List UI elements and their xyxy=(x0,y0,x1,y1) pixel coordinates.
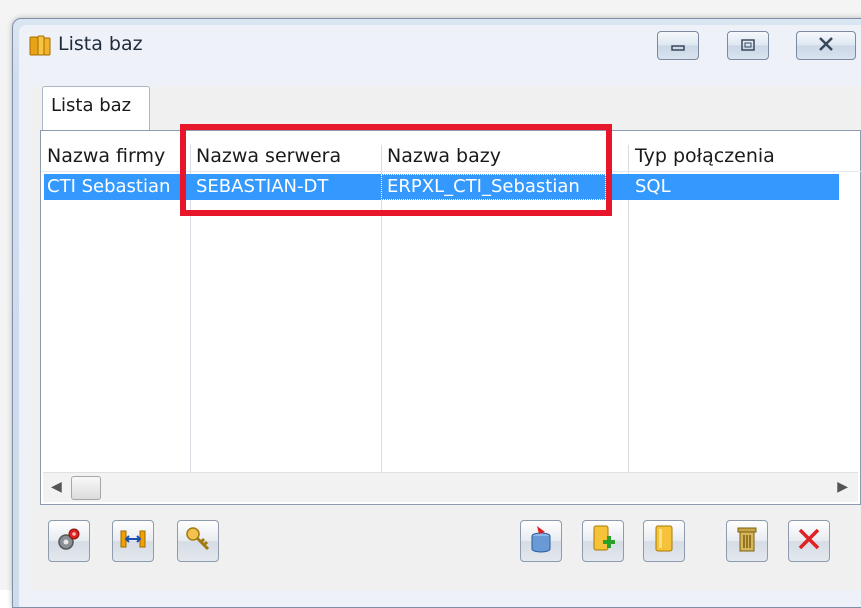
remove-button[interactable] xyxy=(788,520,830,562)
delete-button[interactable] xyxy=(726,520,768,562)
trash-icon xyxy=(734,524,760,559)
column-header-nazwa-firmy[interactable]: Nazwa firmy xyxy=(47,145,165,167)
database-icon xyxy=(650,524,678,559)
column-header-typ-polaczenia[interactable]: Typ połączenia xyxy=(635,145,775,167)
connect-button[interactable] xyxy=(112,520,154,562)
horizontal-scrollbar[interactable]: ◀ ▶ xyxy=(43,472,858,502)
tab-label: Lista baz xyxy=(51,95,132,116)
cell-typ-polaczenia: SQL xyxy=(635,176,671,197)
maximize-button[interactable] xyxy=(727,31,769,60)
db-import-icon xyxy=(527,524,555,559)
add-database-icon xyxy=(589,524,617,559)
minimize-button[interactable] xyxy=(657,31,699,60)
attach-database-button[interactable] xyxy=(643,520,685,562)
scroll-right-icon[interactable]: ▶ xyxy=(837,479,848,495)
highlight-annotation-box xyxy=(180,124,612,216)
scroll-left-icon[interactable]: ◀ xyxy=(51,479,62,495)
minimize-icon xyxy=(671,35,685,56)
cell-nazwa-firmy: CTI Sebastian xyxy=(47,176,171,197)
database-book-icon xyxy=(28,34,52,58)
close-icon xyxy=(818,35,834,56)
maximize-icon xyxy=(741,35,755,56)
gear-icon xyxy=(55,525,83,558)
window-title: Lista baz xyxy=(58,33,143,55)
settings-button[interactable] xyxy=(48,520,90,562)
close-button[interactable] xyxy=(796,31,856,60)
link-arrows-icon xyxy=(119,527,147,556)
search-button[interactable] xyxy=(177,520,219,562)
screen: Lista baz Lista baz Nazwa firmy Nazwa se… xyxy=(0,0,861,608)
tab-lista-baz[interactable]: Lista baz xyxy=(42,86,150,131)
add-database-button[interactable] xyxy=(582,520,624,562)
import-button[interactable] xyxy=(520,520,562,562)
key-icon xyxy=(184,525,212,558)
scroll-thumb[interactable] xyxy=(71,476,101,500)
red-x-icon xyxy=(796,526,822,557)
